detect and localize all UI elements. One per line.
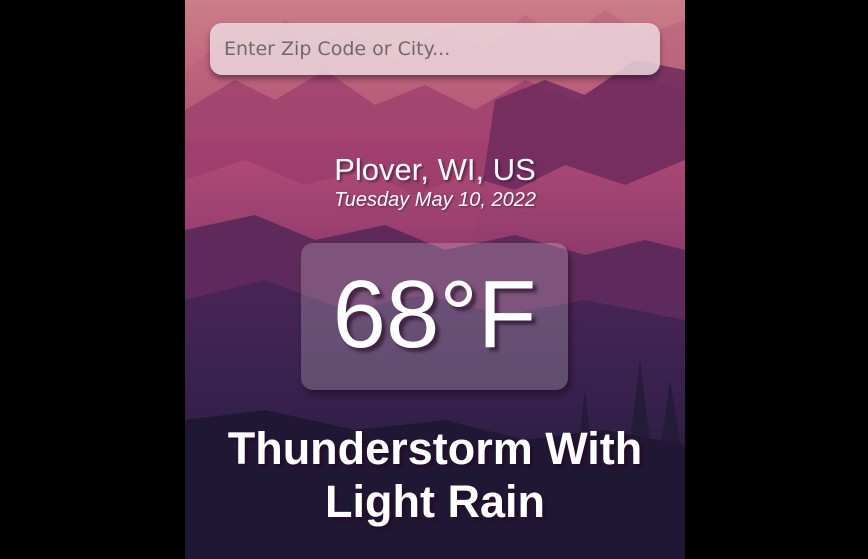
- temperature-card: 68°F: [301, 243, 568, 390]
- search-input[interactable]: [210, 23, 660, 75]
- date-label: Tuesday May 10, 2022: [334, 189, 536, 211]
- temperature-value: 68°F: [332, 261, 537, 368]
- weather-condition: Thunderstorm With Light Rain: [227, 423, 643, 527]
- search-bar: [210, 23, 660, 75]
- weather-app: Plover, WI, US Tuesday May 10, 2022 68°F…: [185, 0, 685, 559]
- page: Plover, WI, US Tuesday May 10, 2022 68°F…: [0, 0, 868, 559]
- location-label: Plover, WI, US: [334, 152, 536, 187]
